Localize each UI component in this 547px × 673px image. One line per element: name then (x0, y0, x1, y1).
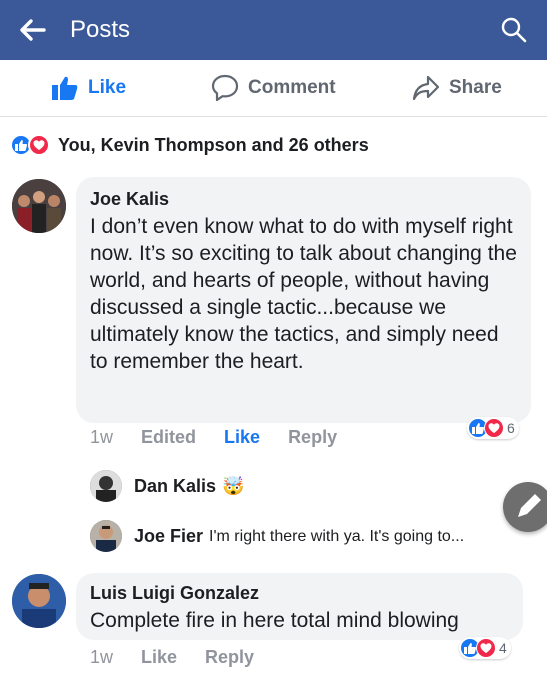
reaction-count: 6 (507, 420, 515, 436)
comment-meta: 1w Edited Like Reply (90, 427, 365, 448)
edit-pencil-button[interactable] (503, 482, 547, 532)
comment-meta: 1w Like Reply (90, 647, 282, 668)
like-label: Like (88, 77, 127, 98)
comment-reply-button[interactable]: Reply (205, 647, 254, 668)
comment-label: Comment (248, 77, 336, 98)
reply-row[interactable]: Joe Fier I'm right there with ya. It's g… (134, 526, 464, 547)
thumbs-up-icon (52, 76, 78, 100)
pencil-icon (518, 494, 541, 517)
comment-bubble[interactable]: Luis Luigi Gonzalez Complete fire in her… (76, 573, 523, 640)
comment-reaction-count[interactable]: 4 (459, 637, 511, 659)
share-button[interactable]: Share (411, 71, 502, 105)
page-title: Posts (70, 16, 131, 43)
edited-label[interactable]: Edited (141, 427, 196, 448)
love-reaction-icon (484, 418, 504, 438)
share-arrow-icon (412, 75, 440, 101)
comment-like-button[interactable]: Like (224, 427, 260, 448)
like-button[interactable]: Like (50, 71, 126, 105)
reply-text: 🤯 (222, 476, 245, 496)
reply-author[interactable]: Dan Kalis (134, 476, 216, 497)
love-reaction-icon (476, 638, 496, 658)
reply-text: I'm right there with ya. It's going to..… (209, 527, 465, 545)
reply-row[interactable]: Dan Kalis 🤯 (134, 476, 244, 497)
avatar[interactable] (12, 574, 66, 628)
comment-reply-button[interactable]: Reply (288, 427, 337, 448)
reply-author[interactable]: Joe Fier (134, 526, 203, 547)
avatar[interactable] (12, 179, 66, 233)
top-bar: Posts (0, 0, 547, 60)
comment-reaction-count[interactable]: 6 (467, 417, 519, 439)
share-label: Share (449, 77, 502, 98)
comment-author[interactable]: Luis Luigi Gonzalez (90, 583, 259, 604)
reactions-summary[interactable]: You, Kevin Thompson and 26 others (10, 130, 369, 160)
reaction-count: 4 (499, 640, 507, 656)
search-icon[interactable] (499, 15, 529, 45)
love-reaction-icon (28, 134, 50, 156)
comment-like-button[interactable]: Like (141, 647, 177, 668)
divider (0, 116, 547, 117)
comment-time: 1w (90, 647, 114, 667)
reactions-summary-text: You, Kevin Thompson and 26 others (58, 134, 369, 155)
comment-button[interactable]: Comment (210, 71, 336, 105)
avatar[interactable] (90, 520, 122, 552)
comment-author[interactable]: Joe Kalis (90, 189, 169, 210)
speech-bubble-icon (211, 74, 239, 102)
arrow-left-icon[interactable] (16, 14, 48, 46)
post-actions-bar: Like Comment Share (0, 61, 547, 116)
comment-time: 1w (90, 427, 114, 447)
comment-bubble[interactable]: Joe Kalis I don’t even know what to do w… (76, 177, 531, 423)
comment-text: Complete fire in here total mind blowing (90, 609, 459, 632)
avatar[interactable] (90, 470, 122, 502)
comment-text: I don’t even know what to do with myself… (90, 215, 517, 373)
